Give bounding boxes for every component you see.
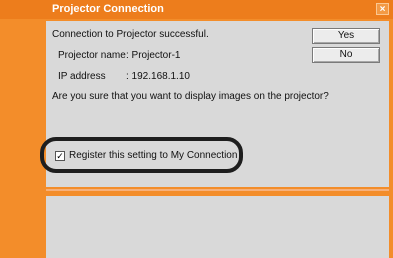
confirmation-question: Are you sure that you want to display im…	[52, 91, 329, 102]
ip-address-value: : 192.168.1.10	[126, 71, 190, 82]
bottom-panel	[46, 196, 389, 258]
connection-status-text: Connection to Projector successful.	[52, 29, 209, 40]
highlight-callout	[40, 137, 243, 173]
title-bar[interactable]: Projector Connection ×	[0, 0, 393, 19]
projector-name-value: : Projector-1	[126, 50, 181, 61]
projector-connection-window: Projector Connection × Connection to Pro…	[0, 0, 393, 258]
no-button[interactable]: No	[312, 47, 380, 63]
close-button[interactable]: ×	[376, 3, 389, 15]
ip-address-label: IP address	[58, 71, 106, 82]
window-title: Projector Connection	[52, 3, 164, 15]
yes-button[interactable]: Yes	[312, 28, 380, 44]
divider	[46, 189, 389, 191]
projector-name-label: Projector name	[58, 50, 126, 61]
